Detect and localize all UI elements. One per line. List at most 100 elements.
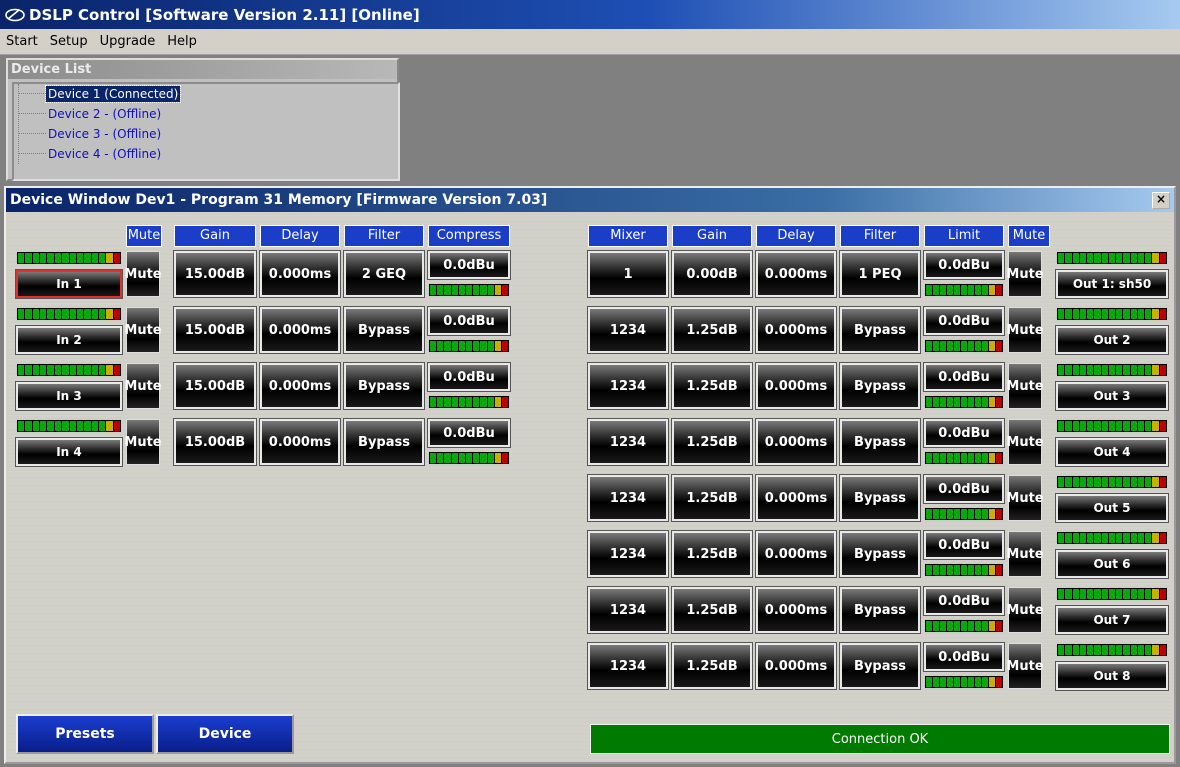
output-filter-button[interactable]: Bypass [839,418,921,466]
menu-upgrade[interactable]: Upgrade [94,34,162,49]
output-limit-button[interactable]: 0.0dBu [923,586,1005,616]
device-item-2[interactable]: Device 2 - (Offline) [14,104,163,124]
output-delay-button[interactable]: 0.000ms [755,418,837,466]
output-channel-button[interactable]: Out 6 [1055,549,1169,579]
output-channel-button[interactable]: Out 8 [1055,661,1169,691]
output-channel-button[interactable]: Out 3 [1055,381,1169,411]
output-limit-button[interactable]: 0.0dBu [923,530,1005,560]
input-gain-button[interactable]: 15.00dB [173,418,257,466]
output-gain-button[interactable]: 1.25dB [671,530,753,578]
input-channel-button[interactable]: In 3 [15,381,123,411]
output-mute-button[interactable]: Mute [1006,587,1044,633]
menu-start[interactable]: Start [0,34,44,49]
output-filter-button[interactable]: Bypass [839,306,921,354]
input-channel-button[interactable]: In 1 [15,269,123,299]
output-channel-button[interactable]: Out 2 [1055,325,1169,355]
input-filter-button[interactable]: Bypass [343,418,425,466]
input-delay-button[interactable]: 0.000ms [259,418,341,466]
output-gain-button[interactable]: 0.00dB [671,250,753,298]
output-mute-button[interactable]: Mute [1006,307,1044,353]
output-gain-button[interactable]: 1.25dB [671,586,753,634]
input-compress-button[interactable]: 0.0dBu [427,306,511,336]
input-filter-button[interactable]: Bypass [343,306,425,354]
input-delay-button[interactable]: 0.000ms [259,250,341,298]
input-compress-button[interactable]: 0.0dBu [427,250,511,280]
device-button[interactable]: Device [156,714,294,754]
output-gain-button[interactable]: 1.25dB [671,642,753,690]
menu-help[interactable]: Help [161,34,203,49]
input-mute-button[interactable]: Mute [124,363,162,409]
output-mixer-button[interactable]: 1234 [587,306,669,354]
input-gain-button[interactable]: 15.00dB [173,306,257,354]
input-compress-button[interactable]: 0.0dBu [427,418,511,448]
input-gain-button[interactable]: 15.00dB [173,362,257,410]
output-mute-button[interactable]: Mute [1006,363,1044,409]
output-delay-button[interactable]: 0.000ms [755,642,837,690]
output-filter-button[interactable]: 1 PEQ [839,250,921,298]
input-mute-button[interactable]: Mute [124,251,162,297]
output-mixer-button[interactable]: 1234 [587,418,669,466]
input-compress-button[interactable]: 0.0dBu [427,362,511,392]
output-delay-button[interactable]: 0.000ms [755,586,837,634]
output-mixer-button[interactable]: 1234 [587,586,669,634]
limit-meter [924,619,1004,633]
output-delay-button[interactable]: 0.000ms [755,362,837,410]
output-mixer-button[interactable]: 1 [587,250,669,298]
output-mute-button[interactable]: Mute [1006,531,1044,577]
input-header-filter: Filter [344,225,424,247]
device-item-1[interactable]: Device 1 (Connected) [14,84,182,104]
input-delay-button[interactable]: 0.000ms [259,306,341,354]
input-level-meter [16,363,122,377]
output-limit-button[interactable]: 0.0dBu [923,306,1005,336]
output-gain-button[interactable]: 1.25dB [671,362,753,410]
output-filter-button[interactable]: Bypass [839,530,921,578]
output-delay-button[interactable]: 0.000ms [755,530,837,578]
output-limit-button[interactable]: 0.0dBu [923,474,1005,504]
output-mute-button[interactable]: Mute [1006,643,1044,689]
output-limit-button[interactable]: 0.0dBu [923,418,1005,448]
output-limit-button[interactable]: 0.0dBu [923,362,1005,392]
title-bar: DSLP Control [Software Version 2.11] [On… [0,0,1180,29]
input-mute-button[interactable]: Mute [124,419,162,465]
presets-button[interactable]: Presets [16,714,154,754]
window-title: DSLP Control [Software Version 2.11] [On… [29,5,420,24]
close-button[interactable]: × [1152,192,1170,209]
output-limit-button[interactable]: 0.0dBu [923,642,1005,672]
input-gain-button[interactable]: 15.00dB [173,250,257,298]
input-delay-button[interactable]: 0.000ms [259,362,341,410]
output-channel-button[interactable]: Out 5 [1055,493,1169,523]
output-filter-button[interactable]: Bypass [839,362,921,410]
output-mixer-button[interactable]: 1234 [587,642,669,690]
output-filter-button[interactable]: Bypass [839,586,921,634]
device-item-4[interactable]: Device 4 - (Offline) [14,144,163,164]
output-mute-button[interactable]: Mute [1006,475,1044,521]
output-header-limit: Limit [924,225,1004,247]
input-filter-button[interactable]: Bypass [343,362,425,410]
output-gain-button[interactable]: 1.25dB [671,474,753,522]
output-channel-button[interactable]: Out 7 [1055,605,1169,635]
menu-setup[interactable]: Setup [44,34,94,49]
output-delay-button[interactable]: 0.000ms [755,306,837,354]
output-channel-button[interactable]: Out 1: sh50 [1055,269,1169,299]
output-level-meter [1056,643,1168,657]
device-item-3[interactable]: Device 3 - (Offline) [14,124,163,144]
output-limit-button[interactable]: 0.0dBu [923,250,1005,280]
output-mixer-button[interactable]: 1234 [587,530,669,578]
output-gain-button[interactable]: 1.25dB [671,418,753,466]
output-mute-button[interactable]: Mute [1006,419,1044,465]
output-channel-button[interactable]: Out 4 [1055,437,1169,467]
output-delay-button[interactable]: 0.000ms [755,250,837,298]
input-channel-button[interactable]: In 4 [15,437,123,467]
compress-meter [428,283,510,297]
output-gain-button[interactable]: 1.25dB [671,306,753,354]
output-filter-button[interactable]: Bypass [839,642,921,690]
output-filter-button[interactable]: Bypass [839,474,921,522]
device-list-panel: Device List Device 1 (Connected) Device … [6,58,400,181]
input-channel-button[interactable]: In 2 [15,325,123,355]
output-mute-button[interactable]: Mute [1006,251,1044,297]
input-filter-button[interactable]: 2 GEQ [343,250,425,298]
output-delay-button[interactable]: 0.000ms [755,474,837,522]
output-mixer-button[interactable]: 1234 [587,362,669,410]
output-mixer-button[interactable]: 1234 [587,474,669,522]
input-mute-button[interactable]: Mute [124,307,162,353]
